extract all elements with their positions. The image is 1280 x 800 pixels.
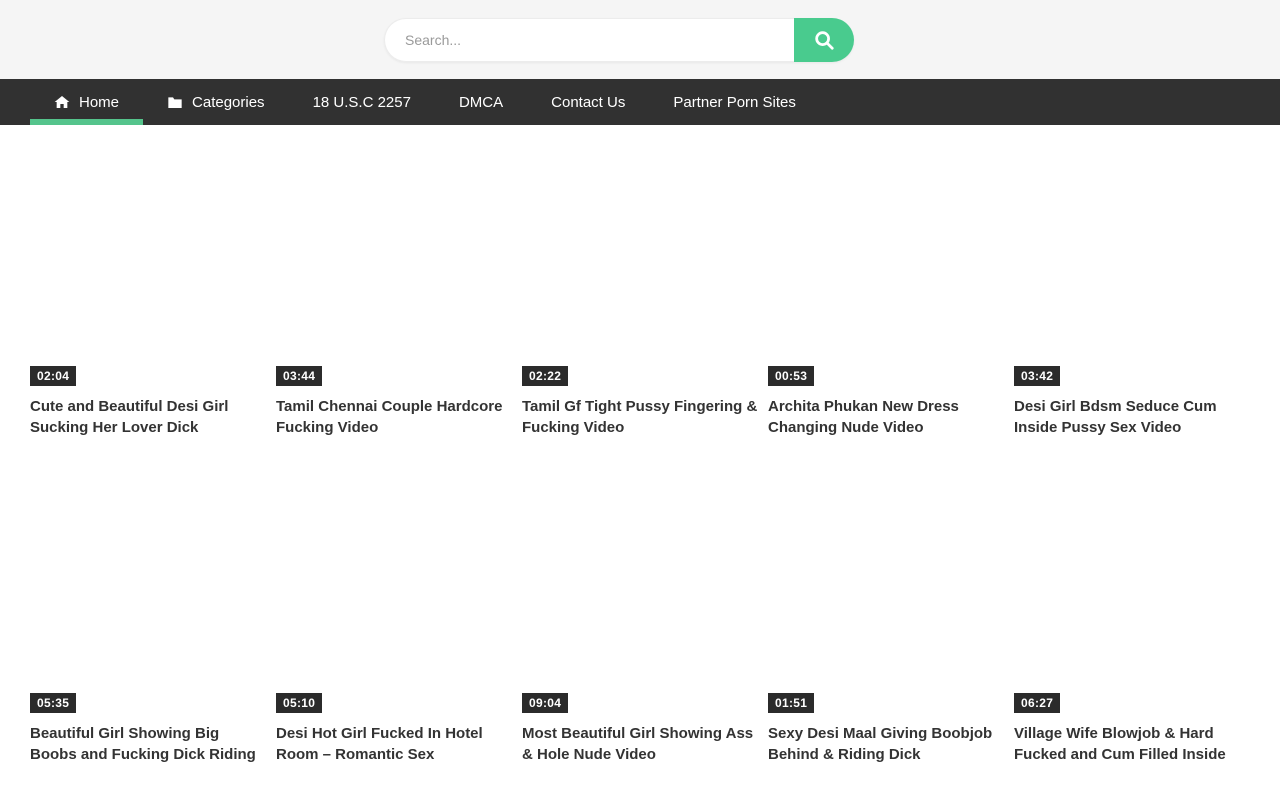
video-card[interactable]: 05:35 Beautiful Girl Showing Big Boobs a… (30, 468, 266, 765)
video-title[interactable]: Desi Girl Bdsm Seduce Cum Inside Pussy S… (1014, 396, 1250, 438)
video-thumbnail[interactable]: 06:27 (1014, 468, 1250, 716)
search-input[interactable] (384, 18, 794, 62)
video-title[interactable]: Tamil Chennai Couple Hardcore Fucking Vi… (276, 396, 512, 438)
content: 02:04 Cute and Beautiful Desi Girl Sucki… (30, 125, 1250, 765)
duration-badge: 00:53 (768, 366, 814, 386)
nav-item-partner-sites[interactable]: Partner Porn Sites (649, 79, 820, 125)
video-title[interactable]: Desi Hot Girl Fucked In Hotel Room – Rom… (276, 723, 512, 765)
video-title[interactable]: Tamil Gf Tight Pussy Fingering & Fucking… (522, 396, 758, 438)
nav-item-label: Categories (192, 94, 265, 111)
video-thumbnail[interactable]: 09:04 (522, 468, 758, 716)
nav-item-home[interactable]: Home (30, 79, 143, 125)
nav-item-label: Home (79, 94, 119, 111)
video-thumbnail[interactable]: 02:04 (30, 141, 266, 389)
video-title[interactable]: Village Wife Blowjob & Hard Fucked and C… (1014, 723, 1250, 765)
duration-badge: 06:27 (1014, 693, 1060, 713)
video-thumbnail[interactable]: 01:51 (768, 468, 1004, 716)
duration-badge: 05:35 (30, 693, 76, 713)
duration-badge: 09:04 (522, 693, 568, 713)
nav-item-2257[interactable]: 18 U.S.C 2257 (289, 79, 435, 125)
video-title[interactable]: Archita Phukan New Dress Changing Nude V… (768, 396, 1004, 438)
search-button[interactable] (794, 18, 854, 62)
header (0, 0, 1280, 79)
video-thumbnail[interactable]: 02:22 (522, 141, 758, 389)
video-title[interactable]: Sexy Desi Maal Giving Boobjob Behind & R… (768, 723, 1004, 765)
search-bar (384, 18, 854, 62)
duration-badge: 02:22 (522, 366, 568, 386)
nav-item-dmca[interactable]: DMCA (435, 79, 527, 125)
video-card[interactable]: 03:44 Tamil Chennai Couple Hardcore Fuck… (276, 141, 512, 438)
video-title[interactable]: Most Beautiful Girl Showing Ass & Hole N… (522, 723, 758, 765)
nav-item-categories[interactable]: Categories (143, 79, 289, 125)
folder-icon (167, 94, 183, 110)
home-icon (54, 94, 70, 110)
nav-item-contact-us[interactable]: Contact Us (527, 79, 649, 125)
video-card[interactable]: 05:10 Desi Hot Girl Fucked In Hotel Room… (276, 468, 512, 765)
video-card[interactable]: 00:53 Archita Phukan New Dress Changing … (768, 141, 1004, 438)
duration-badge: 01:51 (768, 693, 814, 713)
video-card[interactable]: 02:04 Cute and Beautiful Desi Girl Sucki… (30, 141, 266, 438)
main-nav: Home Categories 18 U.S.C 2257 DMCA Conta… (0, 79, 1280, 125)
video-thumbnail[interactable]: 05:35 (30, 468, 266, 716)
video-thumbnail[interactable]: 03:44 (276, 141, 512, 389)
duration-badge: 03:42 (1014, 366, 1060, 386)
video-thumbnail[interactable]: 05:10 (276, 468, 512, 716)
nav-item-label: Partner Porn Sites (673, 94, 796, 111)
video-card[interactable]: 02:22 Tamil Gf Tight Pussy Fingering & F… (522, 141, 758, 438)
video-grid: 02:04 Cute and Beautiful Desi Girl Sucki… (30, 141, 1250, 765)
video-thumbnail[interactable]: 03:42 (1014, 141, 1250, 389)
video-card[interactable]: 06:27 Village Wife Blowjob & Hard Fucked… (1014, 468, 1250, 765)
nav-item-label: DMCA (459, 94, 503, 111)
nav-item-label: Contact Us (551, 94, 625, 111)
duration-badge: 02:04 (30, 366, 76, 386)
nav-item-label: 18 U.S.C 2257 (313, 94, 411, 111)
search-icon (813, 29, 835, 51)
video-card[interactable]: 03:42 Desi Girl Bdsm Seduce Cum Inside P… (1014, 141, 1250, 438)
video-title[interactable]: Beautiful Girl Showing Big Boobs and Fuc… (30, 723, 266, 765)
duration-badge: 03:44 (276, 366, 322, 386)
video-card[interactable]: 01:51 Sexy Desi Maal Giving Boobjob Behi… (768, 468, 1004, 765)
video-title[interactable]: Cute and Beautiful Desi Girl Sucking Her… (30, 396, 266, 438)
page: Home Categories 18 U.S.C 2257 DMCA Conta… (0, 0, 1280, 800)
video-card[interactable]: 09:04 Most Beautiful Girl Showing Ass & … (522, 468, 758, 765)
duration-badge: 05:10 (276, 693, 322, 713)
video-thumbnail[interactable]: 00:53 (768, 141, 1004, 389)
